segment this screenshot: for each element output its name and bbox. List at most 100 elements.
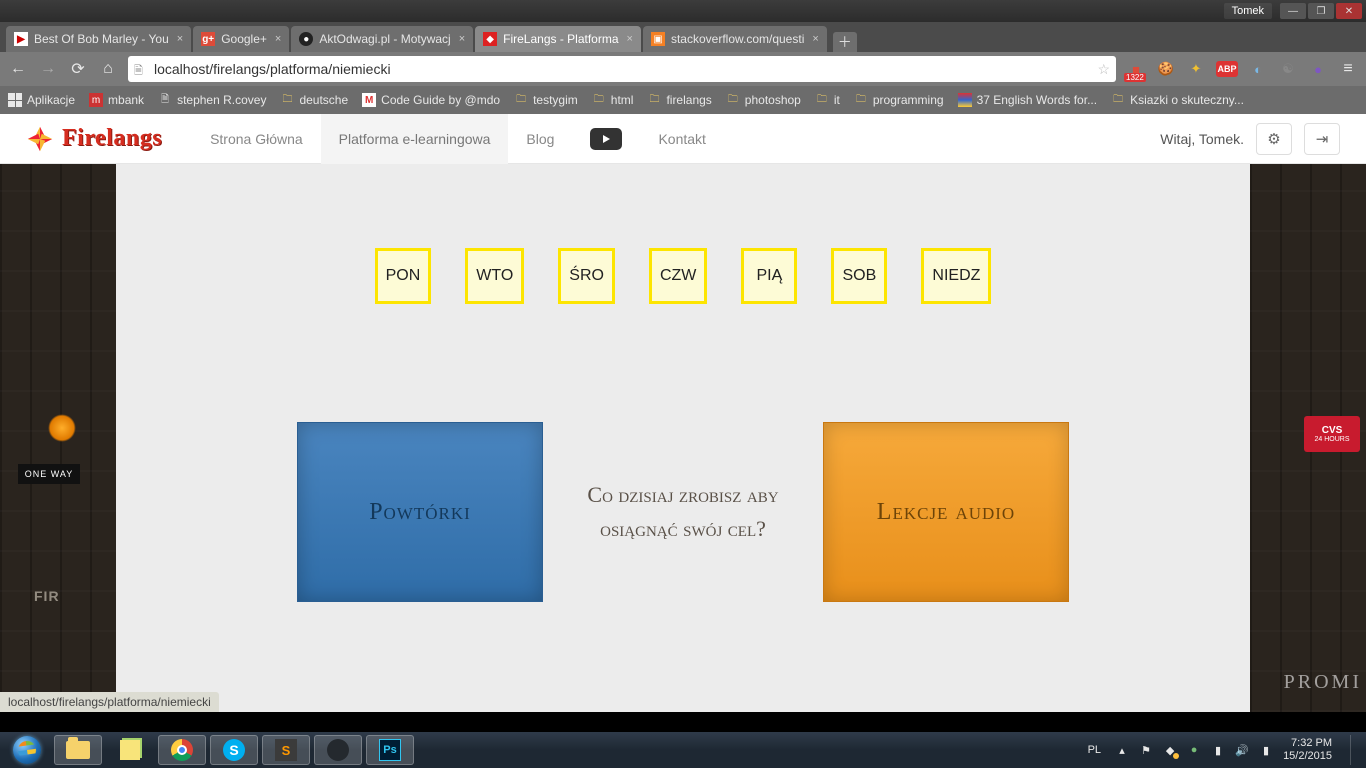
- tab-aktodwagi[interactable]: ● AktOdwagi.pl - Motywacj ×: [291, 26, 473, 52]
- window-user: Tomek: [1224, 3, 1272, 19]
- home-button[interactable]: ⌂: [98, 59, 118, 79]
- taskbar-skype[interactable]: S: [210, 735, 258, 765]
- bookmark-label: Code Guide by @mdo: [381, 93, 500, 107]
- taskbar-chrome[interactable]: [158, 735, 206, 765]
- address-bar[interactable]: 🗎 ☆: [128, 56, 1116, 82]
- bookmark-covey[interactable]: 🗎stephen R.covey: [158, 93, 266, 107]
- tab-youtube[interactable]: ▶ Best Of Bob Marley - You ×: [6, 26, 191, 52]
- window-maximize-button[interactable]: ❐: [1308, 3, 1334, 19]
- bookmark-37english[interactable]: 37 English Words for...: [958, 93, 1098, 107]
- logo-text: Firelangs: [62, 125, 162, 152]
- bookmark-folder-programming[interactable]: 🗀programming: [854, 93, 944, 107]
- nav-platform[interactable]: Platforma e-learningowa: [321, 114, 509, 164]
- tray-app-icon[interactable]: ●: [1187, 743, 1201, 757]
- logout-icon: ⇥: [1316, 130, 1329, 148]
- bookmark-star-icon[interactable]: ☆: [1097, 61, 1110, 78]
- action-center-icon[interactable]: ⚑: [1139, 743, 1153, 757]
- tab-title: Google+: [221, 32, 267, 46]
- extension-icon[interactable]: ✦: [1186, 59, 1206, 79]
- url-input[interactable]: [154, 61, 1097, 77]
- taskbar-explorer[interactable]: [54, 735, 102, 765]
- card-lekcje-audio[interactable]: Lekcje audio: [823, 422, 1069, 602]
- site-navbar: Firelangs Strona Główna Platforma e-lear…: [0, 114, 1366, 164]
- start-button[interactable]: [6, 735, 48, 765]
- folder-icon: 🗀: [815, 93, 829, 107]
- browser-tabstrip: ▶ Best Of Bob Marley - You × g+ Google+ …: [0, 22, 1366, 52]
- settings-button[interactable]: ⚙: [1256, 123, 1292, 155]
- bookmark-folder-it[interactable]: 🗀it: [815, 93, 840, 107]
- gmail-icon: M: [362, 93, 376, 107]
- tray-chevron-up-icon[interactable]: ▴: [1115, 743, 1129, 757]
- adblock-icon[interactable]: ABP: [1216, 61, 1238, 77]
- day-sro[interactable]: ŚRO: [558, 248, 615, 304]
- youtube-icon[interactable]: [590, 128, 622, 150]
- github-icon: [327, 739, 349, 761]
- taskbar-photoshop[interactable]: Ps: [366, 735, 414, 765]
- site-icon: ◆: [483, 32, 497, 46]
- site-logo[interactable]: Firelangs: [26, 125, 162, 153]
- extension-icon[interactable]: ●: [1308, 59, 1328, 79]
- bookmark-folder-photoshop[interactable]: 🗀photoshop: [726, 93, 801, 107]
- taskbar-sublime[interactable]: S: [262, 735, 310, 765]
- extension-icon[interactable]: ☯: [1278, 59, 1298, 79]
- folder-icon: 🗀: [514, 93, 528, 107]
- day-wto[interactable]: WTO: [465, 248, 524, 304]
- day-pon[interactable]: PON: [375, 248, 432, 304]
- forward-button[interactable]: →: [38, 59, 58, 79]
- logout-button[interactable]: ⇥: [1304, 123, 1340, 155]
- tab-stackoverflow[interactable]: ▣ stackoverflow.com/questi ×: [643, 26, 827, 52]
- bookmark-codeguide[interactable]: M Code Guide by @mdo: [362, 93, 500, 107]
- tab-firelangs[interactable]: ◆ FireLangs - Platforma ×: [475, 26, 641, 52]
- window-close-button[interactable]: ✕: [1336, 3, 1362, 19]
- day-czw[interactable]: CZW: [649, 248, 707, 304]
- googleplus-notifier-icon[interactable]: ■1322: [1126, 59, 1146, 79]
- taskbar-github[interactable]: [314, 735, 362, 765]
- tab-googleplus[interactable]: g+ Google+ ×: [193, 26, 289, 52]
- apps-button[interactable]: Aplikacje: [8, 93, 75, 107]
- battery-icon[interactable]: ▮: [1259, 743, 1273, 757]
- card-powtorki[interactable]: Powtórki: [297, 422, 543, 602]
- day-niedz[interactable]: NIEDZ: [921, 248, 991, 304]
- extension-icon[interactable]: 🍪: [1156, 59, 1176, 79]
- bookmark-folder-firelangs[interactable]: 🗀firelangs: [647, 93, 711, 107]
- bookmark-mbank[interactable]: mmbank: [89, 93, 144, 107]
- back-button[interactable]: ←: [8, 59, 28, 79]
- youtube-icon: ▶: [14, 32, 28, 46]
- volume-icon[interactable]: 🔊: [1235, 743, 1249, 757]
- bookmark-folder-ksiazki[interactable]: 🗀Ksiazki o skuteczny...: [1111, 93, 1244, 107]
- nav-blog[interactable]: Blog: [508, 114, 572, 164]
- user-greeting: Witaj, Tomek.: [1160, 131, 1244, 147]
- notification-badge: 1322: [1124, 73, 1146, 82]
- bookmark-label: mbank: [108, 93, 144, 107]
- network-icon[interactable]: ▮: [1211, 743, 1225, 757]
- taskbar-stickynotes[interactable]: [106, 735, 154, 765]
- nav-home[interactable]: Strona Główna: [192, 114, 321, 164]
- language-indicator[interactable]: PL: [1084, 742, 1105, 758]
- close-icon[interactable]: ×: [177, 33, 183, 45]
- bookmark-folder-testygim[interactable]: 🗀testygim: [514, 93, 578, 107]
- window-minimize-button[interactable]: —: [1280, 3, 1306, 19]
- tray-clock[interactable]: 7:32 PM 15/2/2015: [1283, 737, 1332, 762]
- close-icon[interactable]: ×: [275, 33, 281, 45]
- folder-icon: 🗀: [854, 93, 868, 107]
- chrome-menu-button[interactable]: ≡: [1338, 59, 1358, 79]
- bookmark-folder-html[interactable]: 🗀html: [592, 93, 634, 107]
- extension-icon[interactable]: ◐: [1248, 59, 1268, 79]
- nav-contact[interactable]: Kontakt: [640, 114, 723, 164]
- close-icon[interactable]: ×: [627, 33, 633, 45]
- stickynotes-icon: [120, 740, 140, 760]
- close-icon[interactable]: ×: [459, 33, 465, 45]
- page-viewport: ONE WAY FIR CVS 24 HOURS PROMI Firelangs…: [0, 114, 1366, 712]
- day-pia[interactable]: PIĄ: [741, 248, 797, 304]
- close-icon[interactable]: ×: [812, 33, 818, 45]
- new-tab-button[interactable]: ＋: [833, 32, 857, 52]
- bookmark-label: deutsche: [299, 93, 348, 107]
- day-sob[interactable]: SOB: [831, 248, 887, 304]
- bookmark-folder-deutsche[interactable]: 🗀deutsche: [280, 93, 348, 107]
- link-status-bar: localhost/firelangs/platforma/niemiecki: [0, 692, 219, 712]
- skype-icon: S: [223, 739, 245, 761]
- bookmark-label: Ksiazki o skuteczny...: [1130, 93, 1244, 107]
- show-desktop-button[interactable]: [1350, 735, 1360, 765]
- reload-button[interactable]: ⟳: [68, 59, 88, 79]
- tray-app-icon[interactable]: ◆: [1163, 743, 1177, 757]
